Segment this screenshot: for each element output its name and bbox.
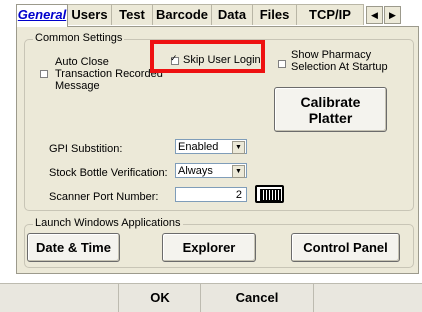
tab-tcpip[interactable]: TCP/IP <box>296 4 364 25</box>
tab-test[interactable]: Test <box>111 4 153 25</box>
tab-data[interactable]: Data <box>211 4 253 25</box>
launch-apps-title: Launch Windows Applications <box>33 217 183 229</box>
common-settings-title: Common Settings <box>33 32 125 44</box>
tab-users[interactable]: Users <box>67 4 112 25</box>
stock-bottle-select[interactable]: Always ▼ <box>175 163 247 178</box>
stock-bottle-label: Stock Bottle Verification: <box>49 167 168 179</box>
show-pharmacy-label-2: Selection At Startup <box>291 61 388 73</box>
scroll-right-icon[interactable]: ▶ <box>384 6 401 24</box>
date-time-button[interactable]: Date & Time <box>27 233 120 262</box>
tab-general[interactable]: General <box>16 4 68 27</box>
ok-button[interactable]: OK <box>118 284 201 312</box>
scroll-left-icon[interactable]: ◀ <box>366 6 383 24</box>
auto-close-checkbox[interactable] <box>40 70 48 78</box>
settings-dialog: General Users Test Barcode Data Files TC… <box>0 0 422 312</box>
tab-files[interactable]: Files <box>252 4 297 25</box>
stock-bottle-value: Always <box>178 165 213 177</box>
tab-barcode[interactable]: Barcode <box>152 4 212 25</box>
gpi-substition-label: GPI Substition: <box>49 143 123 155</box>
auto-close-label-1: Auto Close <box>55 56 109 68</box>
scanner-port-label: Scanner Port Number: <box>49 191 159 203</box>
tab-strip: General Users Test Barcode Data Files TC… <box>16 4 418 27</box>
keyboard-button[interactable] <box>255 185 284 203</box>
calibrate-label-1: Calibrate <box>300 94 361 110</box>
cancel-button[interactable]: Cancel <box>200 284 314 312</box>
calibrate-platter-button[interactable]: Calibrate Platter <box>274 87 387 132</box>
scanner-port-input[interactable]: 2 <box>175 187 247 202</box>
gpi-substition-value: Enabled <box>178 141 219 153</box>
auto-close-label-2: Transaction Recorded <box>55 68 163 80</box>
calibrate-label-2: Platter <box>308 110 353 126</box>
show-pharmacy-checkbox[interactable] <box>278 60 286 68</box>
footer-bar: OK Cancel <box>0 283 422 312</box>
control-panel-button[interactable]: Control Panel <box>291 233 400 262</box>
gpi-substition-select[interactable]: Enabled ▼ <box>175 139 247 154</box>
chevron-down-icon: ▼ <box>232 165 245 178</box>
explorer-button[interactable]: Explorer <box>162 233 256 262</box>
show-pharmacy-label-1: Show Pharmacy <box>291 49 372 61</box>
auto-close-label-3: Message <box>55 80 100 92</box>
keyboard-icon <box>260 189 281 201</box>
skip-user-login-highlight <box>150 40 265 73</box>
chevron-down-icon: ▼ <box>232 141 245 154</box>
